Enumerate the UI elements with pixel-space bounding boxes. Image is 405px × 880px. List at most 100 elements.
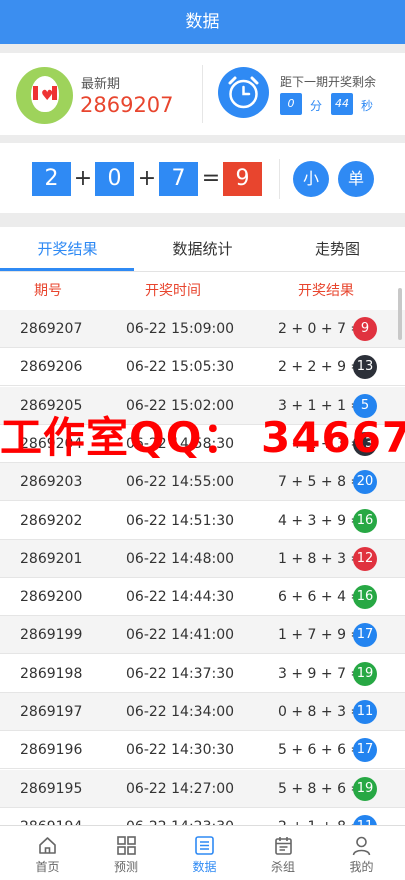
latest-period-label: 最新期: [81, 77, 121, 92]
draw-number-3: 7: [159, 162, 198, 196]
latest-period-value: 2869207: [80, 93, 174, 117]
draw-sum: 9: [223, 162, 262, 196]
row-formula: 5 + 6 + 6 =: [278, 742, 363, 759]
row-period: 2869194: [20, 808, 82, 825]
row-period: 2869197: [20, 704, 83, 720]
table-row[interactable]: 2869203 06-22 14:55:00 7 + 5 + 8 = 20: [0, 463, 405, 502]
row-formula: 0 + 8 + 3 =: [278, 704, 363, 720]
row-draw-time: 06-22 14:23:30: [126, 808, 234, 825]
row-draw-time: 06-22 14:34:00: [126, 704, 235, 720]
table-row[interactable]: 2869199 06-22 14:41:00 1 + 7 + 9 = 17: [0, 616, 405, 655]
row-formula: 5 + 8 + 6 =: [278, 780, 363, 797]
table-row[interactable]: 2869207 06-22 15:09:00 2 + 0 + 7 = 9: [0, 310, 405, 348]
row-sum-badge: 12: [353, 546, 377, 571]
row-formula: 2 + 1 + 8 =: [278, 808, 362, 825]
row-draw-time: 06-22 14:44:30: [126, 589, 235, 606]
parity-tag: 单: [338, 161, 374, 197]
scrollbar[interactable]: [398, 288, 402, 340]
row-period: 2869202: [20, 512, 83, 529]
size-tag: 小: [293, 161, 329, 197]
row-sum-badge: 16: [353, 585, 377, 610]
nav-item-list[interactable]: 数据: [164, 826, 245, 880]
nav-label: 杀组: [270, 860, 295, 874]
tab-trend-chart[interactable]: 走势图: [270, 227, 405, 271]
tab-draw-results[interactable]: 开奖结果: [0, 227, 135, 271]
alarm-clock-icon: [218, 67, 269, 118]
row-period: 2869201: [20, 550, 83, 567]
table-header: 期号 开奖时间 开奖结果: [0, 272, 405, 310]
divider: [202, 65, 203, 123]
row-draw-time: 06-22 15:05:30: [126, 359, 235, 376]
page-header: 数据: [0, 0, 405, 44]
nav-label: 数据: [192, 860, 217, 874]
table-row[interactable]: 2869201 06-22 14:48:00 1 + 8 + 3 = 12: [0, 539, 405, 578]
row-draw-time: 06-22 14:48:00: [126, 550, 235, 567]
row-draw-time: 06-22 14:41:00: [126, 627, 235, 644]
row-sum-badge: 13: [353, 355, 377, 380]
table-row[interactable]: 2869195 06-22 14:27:00 5 + 8 + 6 = 19: [0, 769, 405, 808]
row-sum-badge: 20: [353, 470, 377, 495]
tab-bar: 开奖结果 数据统计 走势图: [0, 227, 405, 272]
table-row[interactable]: 2869206 06-22 15:05:30 2 + 2 + 9 = 13: [0, 348, 405, 387]
row-sum-badge: 17: [353, 623, 377, 648]
row-period: 2869198: [20, 665, 83, 682]
countdown-minutes-unit: 分: [310, 99, 323, 113]
countdown-seconds: 44: [331, 93, 353, 115]
draw-number-2: 0: [95, 162, 134, 196]
next-draw-label: 距下一期开奖剩余: [280, 75, 377, 89]
divider: [279, 159, 280, 199]
row-formula: 2 + 2 + 9 =: [278, 359, 363, 376]
column-draw-time: 开奖时间: [145, 283, 201, 299]
latest-info-card: ♥ 最新期 2869207 距下一期开奖剩余 0 分 44 秒: [0, 53, 405, 135]
row-period: 2869207: [20, 321, 83, 337]
latest-period-block: ♥ 最新期 2869207: [0, 53, 202, 135]
row-formula: 4 + 3 + 9 =: [278, 512, 363, 529]
nav-label: 首页: [35, 860, 60, 874]
nav-item-home[interactable]: 首页: [7, 826, 88, 880]
row-period: 2869196: [20, 742, 83, 759]
row-draw-time: 06-22 14:51:30: [126, 512, 235, 529]
nav-item-calendar[interactable]: 杀组: [243, 826, 324, 880]
plus-sign: +: [73, 166, 93, 191]
row-period: 2869200: [20, 589, 83, 606]
table-row[interactable]: 2869200 06-22 14:44:30 6 + 6 + 4 = 16: [0, 578, 405, 617]
table-row[interactable]: 2869202 06-22 14:51:30 4 + 3 + 9 = 16: [0, 502, 405, 540]
table-row[interactable]: 286919406-22 14:23:302 + 1 + 8 =11: [0, 808, 405, 825]
nav-item-grid[interactable]: 预测: [86, 826, 167, 880]
countdown-seconds-unit: 秒: [361, 99, 374, 113]
plus-sign: +: [137, 166, 157, 191]
current-draw-card: 2 + 0 + 7 = 9 小 单: [0, 143, 405, 213]
row-period: 2869199: [20, 627, 83, 644]
row-sum-badge: 9: [353, 317, 377, 341]
table-row[interactable]: 2869198 06-22 14:37:30 3 + 9 + 7 = 19: [0, 655, 405, 693]
row-draw-time: 06-22 15:09:00: [126, 321, 235, 337]
row-draw-time: 06-22 14:55:00: [126, 474, 235, 491]
tab-data-stats[interactable]: 数据统计: [135, 227, 270, 271]
row-formula: 6 + 6 + 4 =: [278, 589, 363, 606]
draw-number-1: 2: [32, 162, 71, 196]
watermark-text: 工作室QQ： 34667: [0, 414, 405, 462]
row-formula: 3 + 9 + 7 =: [278, 665, 363, 682]
row-sum-badge: 17: [353, 738, 377, 763]
row-sum-badge: 16: [353, 508, 377, 533]
page-title: 数据: [185, 12, 220, 32]
row-period: 2869203: [20, 474, 83, 491]
table-row[interactable]: 2869197 06-22 14:34:00 0 + 8 + 3 = 11: [0, 693, 405, 731]
nav-item-user[interactable]: 我的: [321, 826, 402, 880]
row-draw-time: 06-22 14:27:00: [126, 780, 235, 797]
countdown-minutes: 0: [280, 93, 302, 115]
results-table[interactable]: 2869207 06-22 15:09:00 2 + 0 + 7 = 9 2869206…: [0, 310, 405, 825]
active-tab-indicator: [0, 268, 134, 271]
row-draw-time: 06-22 14:37:30: [126, 665, 235, 682]
column-draw-result: 开奖结果: [298, 283, 354, 299]
row-sum-badge: 19: [353, 776, 377, 801]
row-formula: 1 + 7 + 9 =: [278, 627, 363, 644]
row-sum-badge: 19: [353, 661, 377, 686]
table-row[interactable]: 2869196 06-22 14:30:30 5 + 6 + 6 = 17: [0, 731, 405, 770]
row-period: 2869195: [20, 780, 83, 797]
row-formula: 7 + 5 + 8 =: [278, 474, 363, 491]
row-formula: 2 + 0 + 7 =: [278, 321, 363, 337]
row-formula: 1 + 8 + 3 =: [278, 550, 363, 567]
equals-sign: =: [201, 166, 221, 191]
row-period: 2869206: [20, 359, 83, 376]
